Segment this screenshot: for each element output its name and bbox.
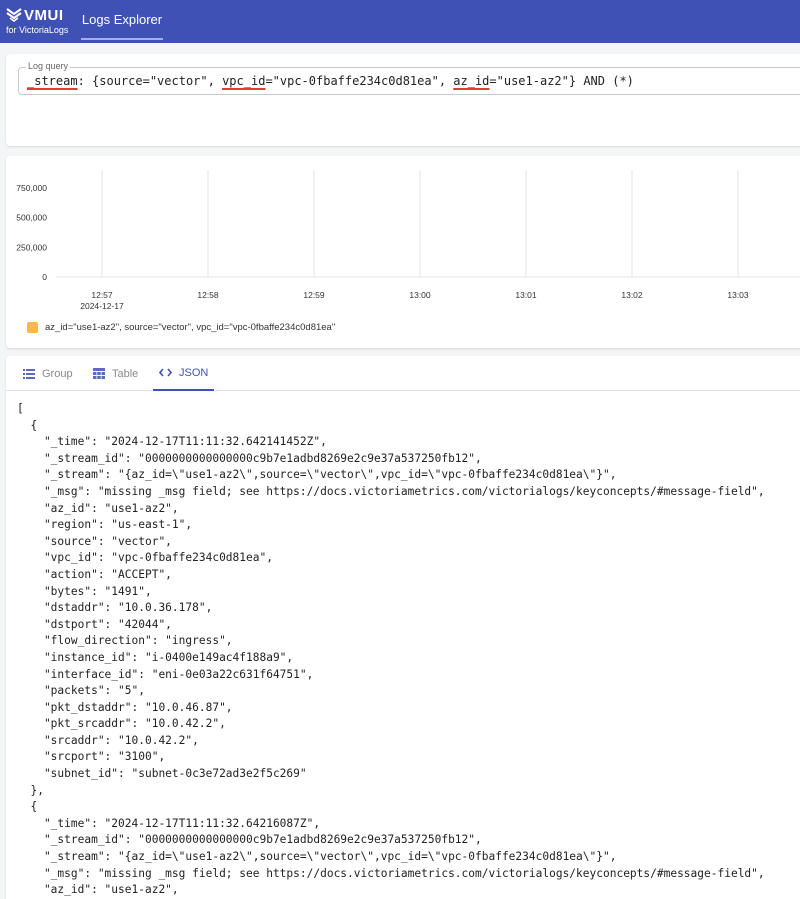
json-line: "subnet_id": "subnet-0c3e72ad3e2f5c269" (17, 767, 307, 781)
x-date-label: 2024-12-17 (80, 301, 124, 311)
json-line: "_stream": "{az_id=\"use1-az2\",source=\… (17, 850, 617, 864)
json-line: "packets": "5", (17, 684, 145, 698)
tab-group[interactable]: Group (23, 356, 73, 391)
json-line: "srcport": "3100", (17, 750, 166, 764)
legend-label: az_id="use1-az2", source="vector", vpc_i… (45, 322, 336, 333)
x-tick-label: 13:01 (515, 290, 537, 300)
logo-text: VMUI (24, 6, 64, 24)
json-line: "_stream_id": "0000000000000000c9b7e1adb… (17, 451, 482, 465)
y-tick-label: 0 (42, 272, 47, 282)
tab-json[interactable]: JSON (153, 356, 215, 391)
log-query-text[interactable]: _stream: {source="vector", vpc_id="vpc-0… (27, 74, 634, 88)
chart-legend[interactable]: az_id="use1-az2", source="vector", vpc_i… (27, 322, 335, 333)
y-tick-label: 750,000 (16, 183, 47, 193)
x-tick-label: 12:57 (91, 290, 113, 300)
vmui-logo[interactable]: VMUI for VictoriaLogs (6, 6, 69, 36)
json-line: "source": "vector", (17, 534, 172, 548)
json-line: "_stream": "{az_id=\"use1-az2\",source=\… (17, 468, 617, 482)
query-key-azid: az_id (453, 74, 490, 88)
list-icon (23, 368, 35, 379)
json-line: "pkt_srcaddr": "10.0.42.2", (17, 717, 226, 731)
query-panel: Log query _stream: {source="vector", vpc… (6, 54, 800, 146)
json-line: }, (17, 783, 44, 797)
y-tick-label: 500,000 (16, 213, 47, 223)
json-line: [ (17, 402, 24, 415)
json-line: "az_id": "use1-az2", (17, 883, 179, 897)
victoria-logo-icon (6, 8, 22, 22)
json-line: "action": "ACCEPT", (17, 567, 172, 581)
tab-table[interactable]: Table (93, 356, 138, 391)
json-line: "vpc_id": "vpc-0fbaffe234c0d81ea", (17, 551, 273, 565)
x-tick-label: 13:00 (409, 290, 431, 300)
json-line: "_time": "2024-12-17T11:11:32.642141452Z… (17, 435, 327, 449)
json-line: { (17, 800, 38, 814)
json-line: "pkt_dstaddr": "10.0.46.87", (17, 700, 233, 714)
query-key-stream: _stream (27, 74, 78, 88)
json-line: "az_id": "use1-az2", (17, 501, 179, 515)
query-key-vpcid: vpc_id (222, 74, 266, 88)
log-query-input[interactable]: Log query _stream: {source="vector", vpc… (18, 61, 800, 95)
x-tick-label: 12:58 (197, 290, 219, 300)
json-line: "bytes": "1491", (17, 584, 152, 598)
json-line: "srcaddr": "10.0.42.2", (17, 733, 199, 747)
legend-swatch (27, 322, 38, 333)
tab-table-label: Table (112, 367, 139, 380)
log-query-label: Log query (26, 61, 71, 71)
nav-tab-logs-explorer[interactable]: Logs Explorer (81, 0, 163, 40)
hits-chart: 0 250,000 500,000 750,000 12:572024-12-17 12:… (16, 170, 800, 311)
code-icon (159, 368, 172, 377)
json-line: "_msg": "missing _msg field; see https:/… (17, 484, 765, 498)
hits-chart-panel: 0 250,000 500,000 750,000 12:57 2024-12-17 12:… (6, 156, 800, 348)
view-tabs: Group Table JSON (6, 356, 800, 391)
json-line: "interface_id": "eni-0e03a22c631f64751", (17, 667, 314, 681)
json-line: { (17, 418, 38, 432)
app-header: VMUI for VictoriaLogs Logs Explorer (0, 0, 800, 43)
x-tick-label: 12:59 (303, 290, 325, 300)
tab-json-label: JSON (179, 366, 209, 379)
results-panel: Group Table JSON [ { "_time": "2024-12-1… (6, 356, 800, 899)
json-line: "_time": "2024-12-17T11:11:32.64216087Z"… (17, 816, 321, 830)
json-line: "dstport": "42044", (17, 617, 172, 631)
x-tick-label: 13:03 (727, 290, 749, 300)
json-line: "flow_direction": "ingress", (17, 634, 233, 648)
json-line: "instance_id": "i-0400e149ac4f188a9", (17, 650, 294, 664)
json-line: "dstaddr": "10.0.36.178", (17, 601, 213, 615)
x-tick-label: 13:02 (621, 290, 643, 300)
y-tick-label: 250,000 (16, 242, 47, 252)
logo-subtitle: for VictoriaLogs (6, 25, 69, 35)
json-line: "region": "us-east-1", (17, 518, 193, 532)
json-line: "_msg": "missing _msg field; see https:/… (17, 866, 765, 880)
json-line: "_stream_id": "0000000000000000c9b7e1adb… (17, 833, 482, 847)
tab-group-label: Group (42, 367, 73, 380)
json-output: [ { "_time": "2024-12-17T11:11:32.642141… (17, 401, 765, 899)
table-icon (93, 368, 105, 379)
